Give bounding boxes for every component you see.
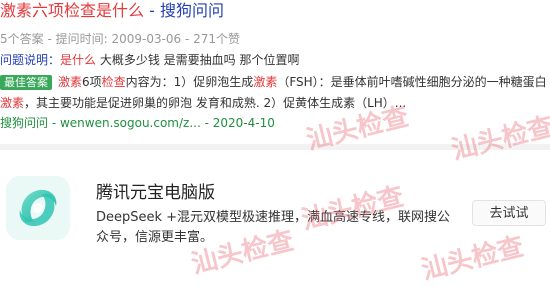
try-button[interactable]: 去试试	[472, 200, 546, 226]
ad-title[interactable]: 腾讯元宝电脑版	[96, 178, 215, 203]
best-answer-badge: 最佳答案	[0, 75, 52, 90]
answer-text-2: 内容为：1）促卵泡生成	[125, 75, 254, 89]
source-name: 搜狗问问	[0, 116, 49, 130]
answer-hl-4: 激素	[0, 96, 25, 110]
result-title[interactable]: 激素六项检查是什么 - 搜狗问问	[0, 1, 224, 21]
title-sep: -	[144, 1, 160, 20]
source-url: - wenwen.sogou.com/z... - 2020-4-10	[48, 116, 275, 130]
answer-hl-2: 检查	[101, 75, 126, 89]
search-result: 激素六项检查是什么 - 搜狗问问 5个答案 - 提问时间: 2009-03-06…	[0, 0, 550, 140]
question-text: 大概多少钱 是需要抽血吗 那个位置啊	[96, 53, 300, 67]
result-title-link[interactable]: 激素六项检查是什么 - 搜狗问问	[0, 1, 224, 20]
answer-hl-3: 激素	[253, 75, 278, 89]
question-label: 问题说明：	[0, 53, 61, 67]
answer-text-4: ，其主要功能是促进卵巢的卵泡 发育和成熟. 2）促黄体生成素（LH）...	[24, 96, 407, 110]
result-meta: 5个答案 - 提问时间: 2009-03-06 - 271个赞	[0, 32, 241, 46]
question-desc: 问题说明：是什么 大概多少钱 是需要抽血吗 那个位置啊	[0, 51, 299, 68]
answer-hl-1: 激素	[58, 75, 83, 89]
best-answer: 最佳答案 激素6项检查内容为：1）促卵泡生成激素（FSH）：是垂体前叶嗜碱性细胞分…	[0, 72, 548, 114]
yuanbao-logo-icon	[6, 176, 70, 240]
question-highlight: 是什么	[60, 53, 97, 67]
title-highlight: 激素六项检查是什么	[0, 1, 145, 20]
title-source: 搜狗问问	[159, 1, 224, 20]
answer-text-1: 6项	[82, 75, 102, 89]
result-source[interactable]: 搜狗问问 - wenwen.sogou.com/z... - 2020-4-10	[0, 114, 275, 131]
answer-text-3: （FSH）：是垂体前叶嗜碱性细胞分泌的一种糖蛋白	[277, 75, 547, 89]
